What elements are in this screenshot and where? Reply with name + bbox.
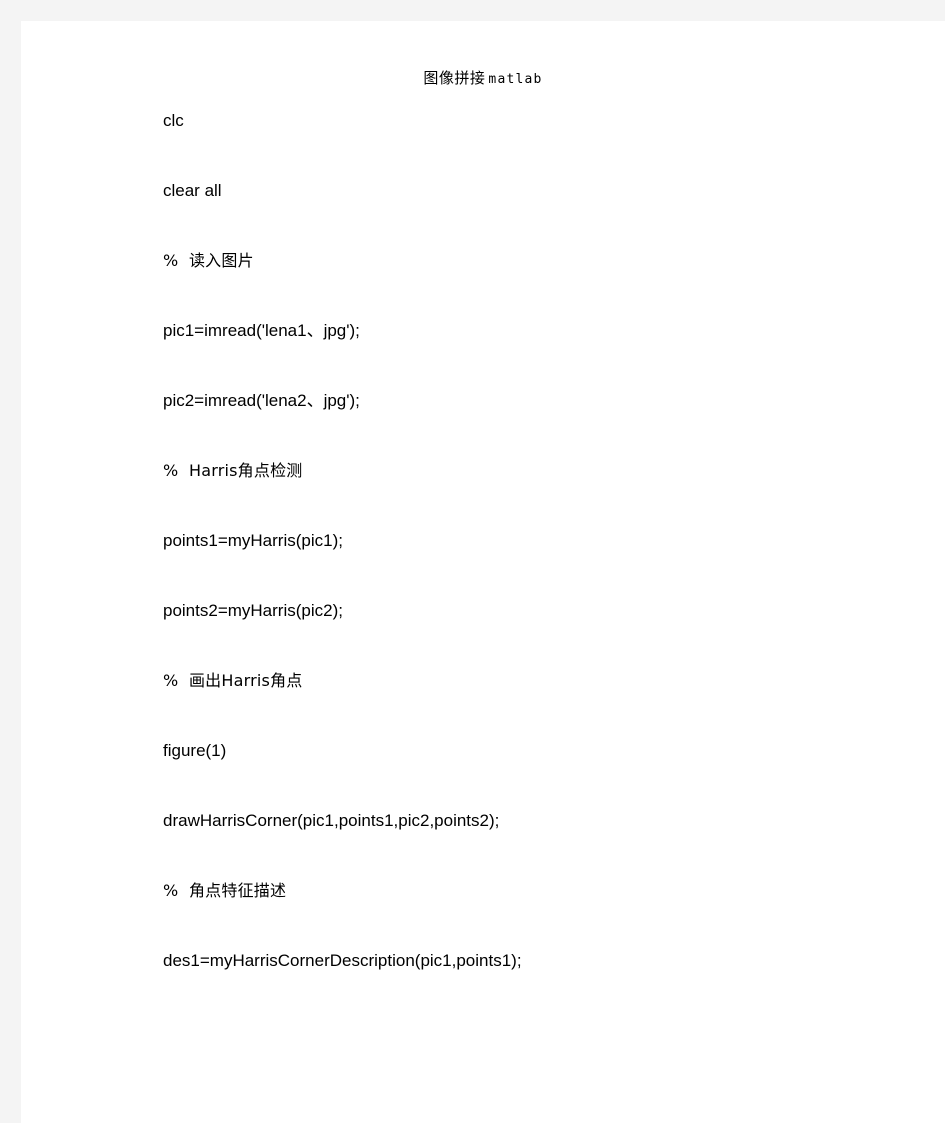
page-title-latin: matlab [488,72,543,87]
code-line: clc [163,111,184,130]
page-title-cjk: 图像拼接 [423,69,486,87]
code-line: points1=myHarris(pic1); [163,531,343,550]
code-line: % 画出Harris角点 [163,671,303,690]
code-listing: clc clear all % 读入图片 pic1=imread('lena1、jpg… [163,107,923,1017]
code-line: % 角点特征描述 [163,881,287,900]
code-line: figure(1) [163,741,227,760]
code-line: drawHarrisCorner(pic1,points1,pic2,point… [163,811,500,830]
document-page: 图像拼接 matlab clc clear all % 读入图片 pic1=imread… [21,21,945,1123]
code-line: points2=myHarris(pic2); [163,601,343,620]
code-line: pic1=imread('lena1、jpg'); [163,321,360,340]
page-title: 图像拼接 matlab [21,67,945,88]
code-line: % 读入图片 [163,251,254,270]
code-line: des1=myHarrisCornerDescription(pic1,poin… [163,951,522,970]
code-line: % Harris角点检测 [163,461,303,480]
code-line: pic2=imread('lena2、jpg'); [163,391,360,410]
code-line: clear all [163,181,222,200]
